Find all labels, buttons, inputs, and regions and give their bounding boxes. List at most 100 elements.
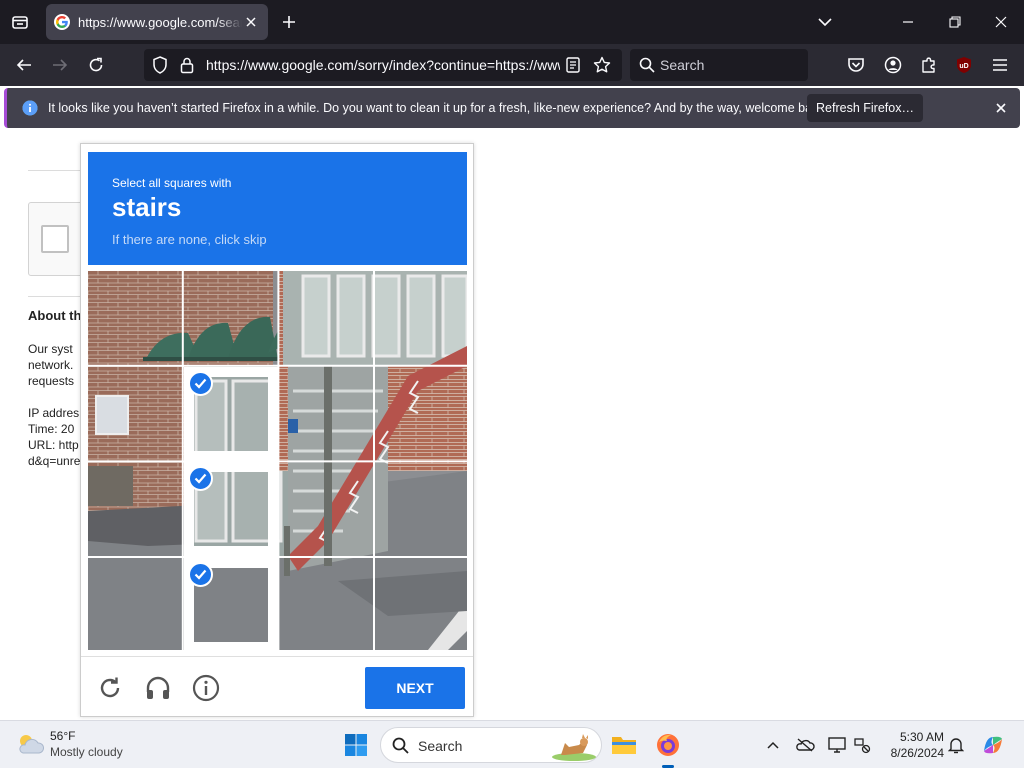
info-line: IP addres xyxy=(28,406,80,420)
checkmark-icon xyxy=(187,466,213,492)
captcha-tile[interactable] xyxy=(279,367,373,461)
reload-challenge-button[interactable] xyxy=(95,673,125,703)
search-icon xyxy=(392,737,409,759)
captcha-tile[interactable] xyxy=(279,271,373,365)
info-icon xyxy=(22,100,38,121)
captcha-tile[interactable] xyxy=(184,271,278,365)
checkmark-icon xyxy=(187,370,213,396)
divider xyxy=(28,296,88,297)
refresh-firefox-button[interactable]: Refresh Firefox… xyxy=(807,94,923,122)
notifications-button[interactable] xyxy=(946,735,966,755)
lock-icon[interactable] xyxy=(180,56,194,79)
captcha-tile[interactable] xyxy=(184,462,278,556)
captcha-tile[interactable] xyxy=(184,367,278,461)
audio-challenge-button[interactable] xyxy=(143,673,173,703)
weather-condition: Mostly cloudy xyxy=(50,745,123,759)
pocket-button[interactable] xyxy=(844,53,868,77)
tabs-list-icon xyxy=(12,16,28,29)
close-icon xyxy=(995,16,1007,28)
url-bar[interactable]: https://www.google.com/sorry/index?conti… xyxy=(144,49,622,81)
notification-message: It looks like you haven’t started Firefo… xyxy=(48,101,829,115)
captcha-challenge-dialog: Select all squares with stairs If there … xyxy=(80,143,474,741)
captcha-tile[interactable] xyxy=(375,558,469,652)
restore-button[interactable] xyxy=(940,8,970,36)
captcha-tile[interactable] xyxy=(88,271,182,365)
captcha-tile[interactable] xyxy=(88,558,182,652)
windows-logo-icon xyxy=(345,734,367,756)
notification-close-icon[interactable] xyxy=(992,99,1010,117)
recaptcha-checkbox[interactable] xyxy=(41,225,69,253)
captcha-tile[interactable] xyxy=(375,271,469,365)
recaptcha-widget xyxy=(28,202,88,276)
copilot-button[interactable] xyxy=(980,732,1006,758)
headphones-icon xyxy=(146,676,170,699)
list-all-tabs-button[interactable] xyxy=(6,10,34,34)
captcha-tile[interactable] xyxy=(279,558,373,652)
captcha-tile[interactable] xyxy=(88,462,182,556)
body-line: requests xyxy=(28,374,75,388)
bookmark-star-icon[interactable] xyxy=(593,56,611,79)
next-button[interactable]: NEXT xyxy=(365,667,465,709)
close-window-button[interactable] xyxy=(986,8,1016,36)
account-button[interactable] xyxy=(881,53,905,77)
svg-text:uD: uD xyxy=(959,63,968,70)
back-button[interactable] xyxy=(12,53,36,77)
copilot-icon xyxy=(984,736,1002,754)
url-text[interactable]: https://www.google.com/sorry/index?conti… xyxy=(206,57,560,73)
file-explorer-button[interactable] xyxy=(608,729,640,761)
tab-overflow-menu-button[interactable] xyxy=(810,8,840,36)
app-menu-button[interactable] xyxy=(988,53,1012,77)
captcha-tile[interactable] xyxy=(279,462,373,556)
search-bar[interactable]: Search xyxy=(630,49,808,81)
taskbar-search[interactable]: Search xyxy=(380,727,602,763)
extensions-button[interactable] xyxy=(917,53,941,77)
display-tray-button[interactable] xyxy=(827,735,847,755)
onedrive-tray-button[interactable] xyxy=(795,735,815,755)
challenge-footer: NEXT xyxy=(81,656,473,716)
new-tab-button[interactable] xyxy=(278,11,300,33)
cloud-off-icon xyxy=(796,738,815,752)
plus-icon xyxy=(283,16,295,28)
image-grid xyxy=(88,271,469,741)
puzzle-icon xyxy=(922,57,935,73)
clock-date: 8/26/2024 xyxy=(890,746,944,760)
captcha-tile[interactable] xyxy=(375,462,469,556)
minimize-button[interactable] xyxy=(893,8,923,36)
reload-icon xyxy=(89,57,103,72)
chevron-down-icon xyxy=(818,18,832,27)
instruction-text: Select all squares with xyxy=(112,176,232,190)
captcha-tile[interactable] xyxy=(184,558,278,652)
start-button[interactable] xyxy=(340,729,372,761)
pocket-icon xyxy=(848,58,864,72)
active-tab[interactable]: https://www.google.com/search xyxy=(46,4,268,40)
refresh-firefox-notification: It looks like you haven’t started Firefo… xyxy=(4,88,1020,128)
chevron-up-icon xyxy=(767,741,779,749)
tab-close-icon[interactable] xyxy=(242,13,260,31)
network-icon xyxy=(854,738,871,754)
divider xyxy=(28,170,88,171)
firefox-taskbar-button[interactable] xyxy=(652,729,684,761)
clock[interactable]: 5:30 AM 8/26/2024 xyxy=(880,729,944,761)
show-hidden-icons-button[interactable] xyxy=(763,735,783,755)
hamburger-menu-icon xyxy=(993,59,1007,71)
shield-icon[interactable] xyxy=(152,56,168,79)
weather-widget[interactable]: 56°F Mostly cloudy xyxy=(14,727,134,763)
ublock-icon: uD xyxy=(957,57,971,73)
body-line: Our syst xyxy=(28,342,73,356)
reload-icon xyxy=(100,677,120,698)
ublock-extension-button[interactable]: uD xyxy=(952,53,976,77)
captcha-tile[interactable] xyxy=(375,367,469,461)
bell-icon xyxy=(948,738,964,754)
taskbar: 56°F Mostly cloudy Search 5:30 AM 8/26/2… xyxy=(0,720,1024,768)
network-volume-tray-button[interactable] xyxy=(852,735,872,755)
taskbar-search-placeholder: Search xyxy=(418,738,463,754)
reader-view-icon[interactable] xyxy=(566,57,580,78)
info-line: d&q=unre xyxy=(28,454,81,468)
info-line: Time: 20 xyxy=(28,422,75,436)
captcha-tile[interactable] xyxy=(88,367,182,461)
forward-button[interactable] xyxy=(48,53,72,77)
reload-page-button[interactable] xyxy=(84,53,108,77)
google-favicon-icon xyxy=(54,14,70,30)
restore-icon xyxy=(949,16,961,28)
help-button[interactable] xyxy=(191,673,221,703)
